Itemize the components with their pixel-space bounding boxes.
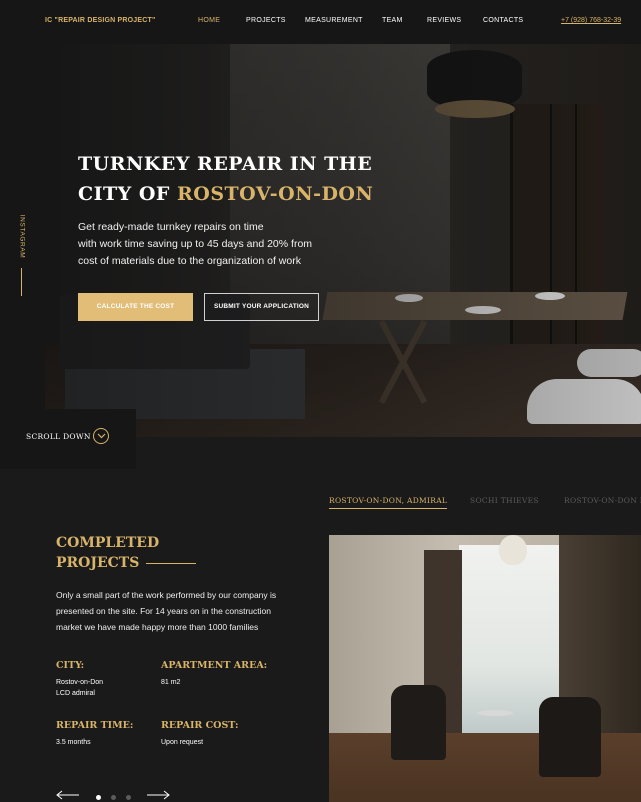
left-sidebar: INSTAGRAM bbox=[0, 44, 45, 437]
description-line: market we have made happy more than 1000… bbox=[56, 622, 259, 632]
chevron-down-icon bbox=[97, 433, 106, 439]
description-line: Only a small part of the work performed … bbox=[56, 590, 277, 600]
city-value-line1: Rostov-on-Don bbox=[56, 679, 104, 686]
area-value: 81 m2 bbox=[161, 679, 181, 686]
city-value-line2: LCD admiral bbox=[56, 690, 95, 697]
slider-dot-active[interactable] bbox=[96, 795, 101, 800]
description-line: presented on the site. For 14 years on i… bbox=[56, 606, 271, 616]
nav-team[interactable]: TEAM bbox=[382, 17, 403, 24]
photo-armchair bbox=[539, 697, 601, 777]
hero-lead-line: with work time saving up to 45 days and … bbox=[78, 238, 313, 250]
section-title-line2: PROJECTS bbox=[56, 555, 140, 571]
instagram-link[interactable]: INSTAGRAM bbox=[10, 215, 34, 261]
nav-contacts[interactable]: CONTACTS bbox=[483, 17, 523, 24]
tab-sochi[interactable]: SOCHI THIEVES bbox=[470, 496, 539, 505]
nav-measurement[interactable]: MEASUREMENT bbox=[305, 17, 363, 24]
city-label: CITY: bbox=[56, 660, 85, 671]
photo-side-table bbox=[477, 710, 513, 716]
repair-time-value: 3.5 months bbox=[56, 739, 91, 746]
repair-cost-value: Upon request bbox=[161, 739, 204, 746]
hero-title-highlight: ROSTOV-ON-DON bbox=[176, 183, 374, 205]
hero-title-line1: TURNKEY REPAIR IN THE bbox=[78, 153, 373, 175]
phone-link[interactable]: +7 (928) 768-32-39 bbox=[561, 17, 621, 24]
repair-cost-label: REPAIR COST: bbox=[161, 720, 239, 731]
sidebar-divider bbox=[21, 268, 22, 296]
nav-projects[interactable]: PROJECTS bbox=[246, 17, 286, 24]
submit-application-button[interactable]: SUBMIT YOUR APPLICATION bbox=[204, 293, 319, 321]
arrow-left-icon[interactable] bbox=[56, 790, 80, 800]
hero-lead-line: Get ready-made turnkey repairs on time bbox=[78, 221, 264, 233]
brand-logo[interactable]: IC "REPAIR DESIGN PROJECT" bbox=[45, 17, 156, 24]
tab-rostov-admiral[interactable]: ROSTOV-ON-DON, ADMIRAL bbox=[329, 496, 448, 509]
slider-dot[interactable] bbox=[126, 795, 131, 800]
scroll-down-button[interactable] bbox=[93, 428, 109, 444]
nav-home[interactable]: HOME bbox=[198, 17, 220, 24]
section-title-line1: COMPLETED bbox=[56, 535, 160, 551]
instagram-label[interactable]: INSTAGRAM bbox=[18, 215, 25, 259]
hero-lead-line: cost of materials due to the organizatio… bbox=[78, 255, 301, 267]
project-photo bbox=[329, 535, 641, 802]
hero-title-line2: CITY OF ROSTOV-ON-DON bbox=[78, 183, 373, 205]
section-description: Only a small part of the work performed … bbox=[56, 587, 296, 635]
nav-reviews[interactable]: REVIEWS bbox=[427, 17, 461, 24]
photo-chandelier bbox=[499, 535, 527, 565]
arrow-right-icon[interactable] bbox=[146, 790, 170, 800]
area-label: APARTMENT AREA: bbox=[161, 660, 268, 671]
scroll-down-label[interactable]: SCROLL DOWN bbox=[26, 432, 91, 441]
repair-time-label: REPAIR TIME: bbox=[56, 720, 134, 731]
calculate-cost-button[interactable]: CALCULATE THE COST bbox=[78, 293, 193, 321]
photo-armchair bbox=[391, 685, 446, 760]
hero-title-prefix: CITY OF bbox=[78, 183, 177, 205]
top-navbar: IC "REPAIR DESIGN PROJECT" HOME PROJECTS… bbox=[0, 0, 641, 44]
tab-rostov-pa[interactable]: ROSTOV-ON-DON PA bbox=[564, 496, 641, 505]
slider-dot[interactable] bbox=[111, 795, 116, 800]
section-title-underline bbox=[146, 563, 196, 564]
hero-lead: Get ready-made turnkey repairs on time w… bbox=[78, 219, 343, 270]
